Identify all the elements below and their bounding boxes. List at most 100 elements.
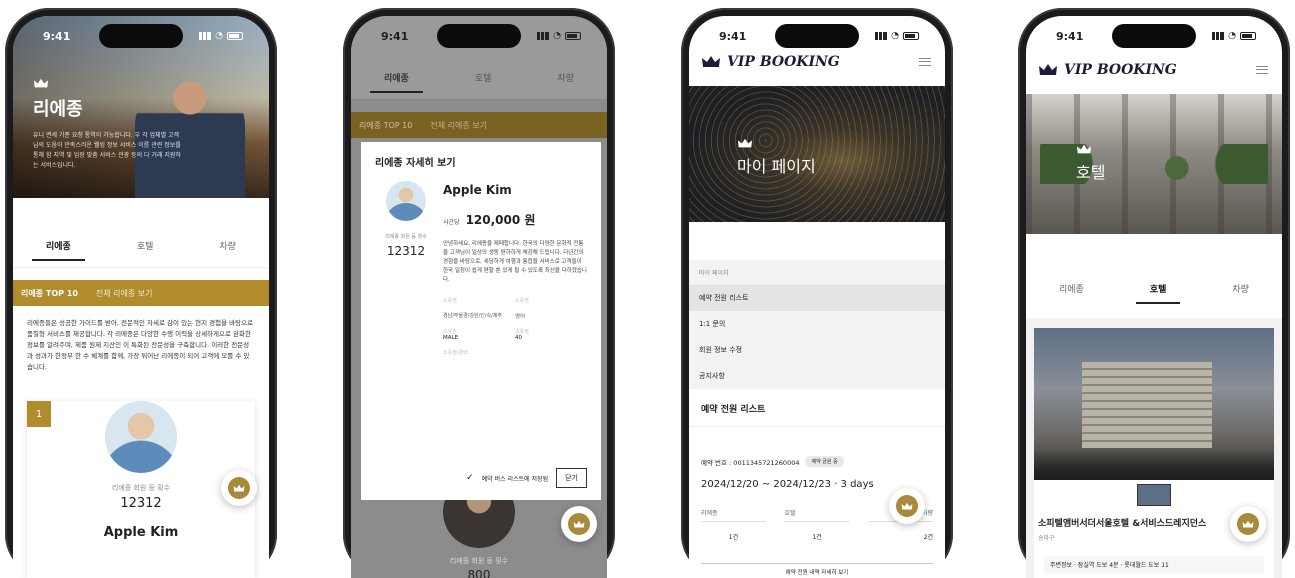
- modal-description: 안녕하세요, 리에종을 제때합니다. 한국의 다양한 문화적 전통을 고객님이 …: [443, 241, 587, 283]
- booking-number: 예약 번호 : 0011345721260004: [701, 458, 800, 467]
- tab-all-liaison[interactable]: 전체 리에종 보기: [430, 120, 487, 131]
- dynamic-island: [1112, 24, 1196, 48]
- menu-item-inquiry[interactable]: 1:1 문의: [689, 311, 945, 337]
- tab-all-liaison[interactable]: 전체 리에종 보기: [96, 288, 153, 299]
- count-label: 리에종 회원 등 횟수: [385, 234, 427, 240]
- crown-logo-icon: [702, 56, 720, 67]
- menu-icon[interactable]: [1256, 66, 1268, 74]
- brand-logo[interactable]: VIP BOOKING: [1038, 62, 1177, 78]
- sub-tabs: 리에종 TOP 10 전체 리에종 보기: [351, 112, 607, 138]
- wifi-icon: ◔: [553, 31, 561, 41]
- tab-vehicle[interactable]: 차량: [205, 224, 250, 267]
- floating-crown-button[interactable]: [1230, 506, 1266, 542]
- tab-hotel[interactable]: 호텔: [461, 56, 506, 99]
- saved-to-list-label[interactable]: 예약 버스 리스트에 저장됨: [482, 474, 548, 483]
- tab-vehicle[interactable]: 차량: [1218, 266, 1263, 310]
- hotel-card[interactable]: 소피텔앰버서더서울호텔 &서비스드레지던스 송파구 주변정보 · 잠실역 도보 …: [1034, 328, 1274, 578]
- tab-top10[interactable]: 리에종 TOP 10: [359, 120, 412, 131]
- crown-icon: [1076, 140, 1092, 154]
- crown-icon: [233, 484, 245, 491]
- tab-liaison[interactable]: 리에종: [1045, 266, 1098, 310]
- hero-title: 리에종: [33, 99, 83, 120]
- brand-name: VIP BOOKING: [727, 54, 840, 70]
- liaison-name: Apple Kim: [103, 525, 179, 540]
- phone-my-page: 9:41 ◔ VIP BOOKING 마이 페이지 마이 페이지 예약 전원 리…: [681, 8, 953, 578]
- hotel-thumbnail[interactable]: [1137, 484, 1171, 506]
- count-value: 1건: [812, 534, 822, 541]
- menu-item-edit-profile[interactable]: 회원 정보 수정: [689, 337, 945, 363]
- status-time: 9:41: [381, 29, 409, 43]
- field-value: MALE: [443, 335, 459, 341]
- brand-name: VIP BOOKING: [1064, 62, 1177, 78]
- battery-icon: [903, 32, 919, 40]
- count-value: 12312: [120, 496, 162, 511]
- dynamic-island: [775, 24, 859, 48]
- tab-vehicle[interactable]: 차량: [543, 56, 588, 99]
- crown-icon: [901, 502, 913, 509]
- phone-hotel-list: 9:41 ◔ VIP BOOKING 호텔 리에종 호텔 차량 소피텔앰버서더서…: [1018, 8, 1290, 578]
- price-label: 시간당: [443, 219, 460, 226]
- detail-modal: 리에종 자세히 보기 리에종 회원 등 횟수 12312 Apple Kim 시…: [361, 142, 601, 500]
- hero-banner: 호텔: [1026, 94, 1282, 234]
- screen: 9:41 ◔ VIP BOOKING 호텔 리에종 호텔 차량 소피텔앰버서더서…: [1026, 16, 1282, 578]
- check-icon: ✓: [466, 473, 474, 483]
- app-header: VIP BOOKING: [701, 54, 931, 70]
- menu-section-label: 마이 페이지: [699, 270, 729, 277]
- count-value: 12312: [386, 244, 426, 258]
- field-label: 소유권/경력: [443, 350, 468, 356]
- side-menu: 마이 페이지 예약 전원 리스트 1:1 문의 회원 정보 수정 공지사항: [689, 260, 945, 389]
- battery-icon: [1240, 32, 1256, 40]
- phone-liaison-detail: 9:41 ◔ 리에종 호텔 차량 리에종 TOP 10 전체 리에종 보기 리에…: [343, 8, 615, 578]
- tab-hotel[interactable]: 호텔: [123, 224, 168, 267]
- tab-liaison[interactable]: 리에종: [32, 224, 85, 267]
- category-tabs: 리에종 호텔 차량: [351, 56, 607, 100]
- background-count: 800: [467, 568, 491, 578]
- price-value: 120,000 원: [465, 213, 536, 227]
- app-header: VIP BOOKING: [1038, 62, 1268, 78]
- plants: [1040, 144, 1268, 184]
- menu-item-booking-list[interactable]: 예약 전원 리스트: [689, 285, 945, 311]
- dynamic-island: [437, 24, 521, 48]
- menu-icon[interactable]: [919, 58, 931, 66]
- category-tabs: 리에종 호텔 차량: [13, 224, 269, 268]
- hero-title: 마이 페이지: [737, 157, 816, 176]
- count-label: 리에종: [701, 508, 766, 522]
- field-label: 소유권: [443, 329, 457, 335]
- floating-crown-button[interactable]: [889, 488, 925, 524]
- view-details-link[interactable]: 예약 전원 내역 자세히 보기: [701, 563, 933, 576]
- close-button[interactable]: 닫기: [556, 468, 587, 488]
- booking-dates: 2024/12/20 ~ 2024/12/23 · 3 days: [701, 479, 874, 490]
- tab-hotel[interactable]: 호텔: [1135, 266, 1181, 310]
- battery-icon: [565, 32, 581, 40]
- count-value: 1건: [728, 534, 739, 541]
- menu-item-notice[interactable]: 공지사항: [689, 363, 945, 389]
- modal-title: 리에종 자세히 보기: [375, 158, 456, 169]
- wifi-icon: ◔: [891, 31, 899, 41]
- hero-banner: 마이 페이지: [689, 86, 945, 222]
- field-value: 40: [515, 335, 522, 341]
- hotel-photo: [1034, 328, 1274, 480]
- avatar: [105, 401, 177, 473]
- field-label: 소유권: [515, 298, 529, 304]
- rank-badge: 1: [27, 401, 51, 427]
- detail-fields: 소유권 소유권 경남/부울경/강원/인/속/제주 영어 소유권 MALE 소유권 4…: [443, 297, 587, 356]
- crown-icon: [573, 520, 585, 527]
- floating-crown-button[interactable]: [221, 470, 257, 506]
- crown-icon: [737, 134, 753, 148]
- wifi-icon: ◔: [1228, 31, 1236, 41]
- hotel-info: 주변정보 · 잠실역 도보 4분 · 롯데월드 도보 11: [1044, 556, 1264, 573]
- tab-liaison[interactable]: 리에종: [370, 56, 423, 99]
- count-value: 2건: [923, 534, 933, 541]
- field-label: 소유권: [515, 329, 529, 335]
- floating-crown-button[interactable]: [561, 506, 597, 542]
- tab-top10[interactable]: 리에종 TOP 10: [21, 288, 78, 299]
- category-tabs: 리에종 호텔 차량: [1026, 266, 1282, 310]
- screen: 9:41 ◔ VIP BOOKING 마이 페이지 마이 페이지 예약 전원 리…: [689, 16, 945, 578]
- booking-status-badge: 예약 금원 중: [805, 456, 844, 467]
- background-count-label: 리에종 회원 등 횟수: [449, 557, 509, 565]
- field-label: 경남/부울경/강원/인/속/제주: [443, 313, 503, 319]
- field-label: 소유권: [443, 298, 457, 304]
- brand-logo[interactable]: VIP BOOKING: [701, 54, 840, 70]
- status-time: 9:41: [719, 29, 747, 43]
- count-label: 호텔: [784, 508, 850, 522]
